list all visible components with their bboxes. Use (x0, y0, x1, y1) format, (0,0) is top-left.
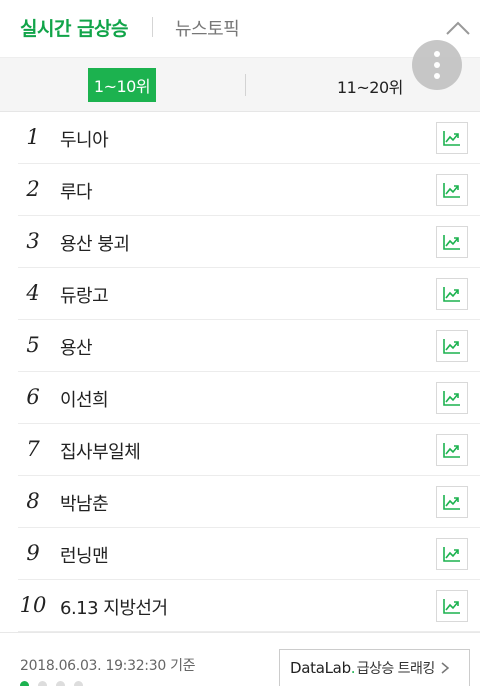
keyword-text[interactable]: 루다 (60, 178, 93, 204)
trend-chart-icon (443, 547, 460, 562)
keyword-rank: 10 (19, 593, 47, 617)
keyword-rank: 8 (26, 489, 40, 513)
trend-chart-button[interactable] (436, 434, 468, 466)
keyword-text[interactable]: 6.13 지방선거 (60, 594, 168, 620)
keyword-row[interactable]: 10 6.13 지방선거 (18, 580, 480, 632)
trend-chart-icon (443, 391, 460, 406)
range-1-10-button[interactable]: 1~10위 (88, 68, 156, 102)
datalab-brand: DataLab (290, 659, 351, 677)
datalab-label: 급상승 트래킹 (356, 661, 436, 677)
keyword-rank: 2 (26, 177, 40, 201)
keyword-text[interactable]: 용산 (60, 334, 93, 360)
footer: 2018.06.03. 19:32:30 기준 DataLab. 급상승 트래킹 (0, 632, 480, 686)
page-indicator (20, 681, 83, 686)
trend-chart-button[interactable] (436, 486, 468, 518)
keyword-text[interactable]: 두니아 (60, 126, 109, 152)
range-selector: 1~10위 11~20위 (0, 57, 480, 112)
keyword-text[interactable]: 용산 붕괴 (60, 230, 130, 256)
collapse-button[interactable] (440, 14, 476, 42)
trend-chart-icon (443, 235, 460, 250)
keyword-rank: 5 (26, 333, 40, 357)
trend-chart-icon (443, 287, 460, 302)
keyword-text[interactable]: 듀랑고 (60, 282, 109, 308)
keyword-rank: 1 (26, 125, 40, 149)
tab-divider (152, 17, 153, 37)
keyword-text[interactable]: 런닝맨 (60, 542, 109, 568)
keyword-row[interactable]: 4 듀랑고 (18, 268, 480, 320)
chevron-right-icon (441, 662, 449, 674)
range-divider (245, 74, 246, 96)
range-11-20-button[interactable]: 11~20위 (337, 74, 403, 98)
tab-realtime-rising[interactable]: 실시간 급상승 (20, 14, 129, 41)
trend-chart-icon (443, 183, 460, 198)
keyword-row[interactable]: 1 두니아 (18, 112, 480, 164)
keyword-rank: 3 (26, 229, 40, 253)
page-dot[interactable] (38, 681, 47, 686)
datalab-trend-tracking-button[interactable]: DataLab. 급상승 트래킹 (279, 649, 470, 686)
trend-chart-button[interactable] (436, 122, 468, 154)
trend-chart-button[interactable] (436, 330, 468, 362)
tab-news-topic[interactable]: 뉴스토픽 (175, 15, 240, 41)
keyword-row[interactable]: 6 이선희 (18, 372, 480, 424)
keyword-row[interactable]: 2 루다 (18, 164, 480, 216)
trend-chart-icon (443, 443, 460, 458)
more-vertical-icon (434, 51, 440, 57)
timestamp: 2018.06.03. 19:32:30 기준 (20, 658, 196, 674)
trend-chart-button[interactable] (436, 538, 468, 570)
keyword-row[interactable]: 9 런닝맨 (18, 528, 480, 580)
trend-chart-icon (443, 495, 460, 510)
trend-chart-button[interactable] (436, 382, 468, 414)
page-dot[interactable] (56, 681, 65, 686)
keyword-row[interactable]: 5 용산 (18, 320, 480, 372)
trend-chart-icon (443, 131, 460, 146)
keyword-row[interactable]: 7 집사부일체 (18, 424, 480, 476)
keyword-row[interactable]: 3 용산 붕괴 (18, 216, 480, 268)
trend-chart-button[interactable] (436, 278, 468, 310)
keyword-list: 1 두니아 2 루다 3 용산 붕괴 4 듀랑고 5 용산 6 이선희 7 집사부일체 8 박남춘 9 런닝맨 10… (0, 112, 480, 632)
header: 실시간 급상승 뉴스토픽 (0, 0, 480, 57)
keyword-row[interactable]: 8 박남춘 (18, 476, 480, 528)
page-dot[interactable] (74, 681, 83, 686)
keyword-text[interactable]: 박남춘 (60, 490, 109, 516)
keyword-rank: 9 (26, 541, 40, 565)
chevron-up-icon (446, 21, 470, 35)
datalab-dot: . (350, 659, 356, 677)
trend-chart-button[interactable] (436, 174, 468, 206)
page-dot[interactable] (20, 681, 29, 686)
trend-chart-button[interactable] (436, 226, 468, 258)
keyword-text[interactable]: 집사부일체 (60, 438, 141, 464)
keyword-text[interactable]: 이선희 (60, 386, 109, 412)
keyword-rank: 7 (26, 437, 40, 461)
keyword-rank: 6 (26, 385, 40, 409)
trend-chart-button[interactable] (436, 590, 468, 622)
keyword-rank: 4 (26, 281, 40, 305)
more-options-button[interactable] (412, 40, 462, 90)
trend-chart-icon (443, 599, 460, 614)
trend-chart-icon (443, 339, 460, 354)
